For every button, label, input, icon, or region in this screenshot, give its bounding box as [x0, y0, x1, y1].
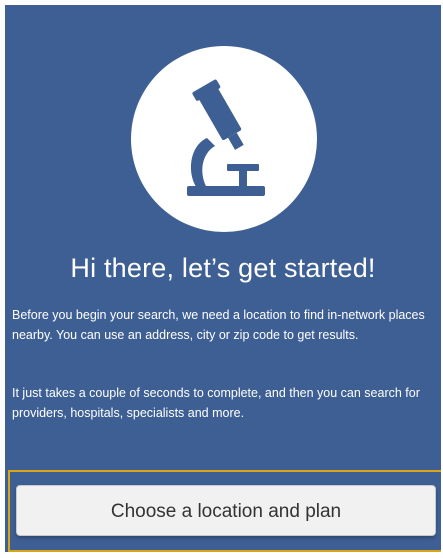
intro-paragraph-location: Before you begin your search, we need a … — [12, 308, 425, 342]
hero-circle — [131, 46, 317, 232]
welcome-panel: Hi there, let’s get started! Before you … — [5, 5, 441, 552]
choose-location-and-plan-button[interactable]: Choose a location and plan — [16, 485, 436, 536]
intro-paragraph-search: It just takes a couple of seconds to com… — [12, 386, 420, 420]
page-heading: Hi there, let’s get started! — [70, 253, 376, 283]
cta-focus-frame: Choose a location and plan — [8, 470, 441, 552]
microscope-icon — [187, 79, 265, 196]
